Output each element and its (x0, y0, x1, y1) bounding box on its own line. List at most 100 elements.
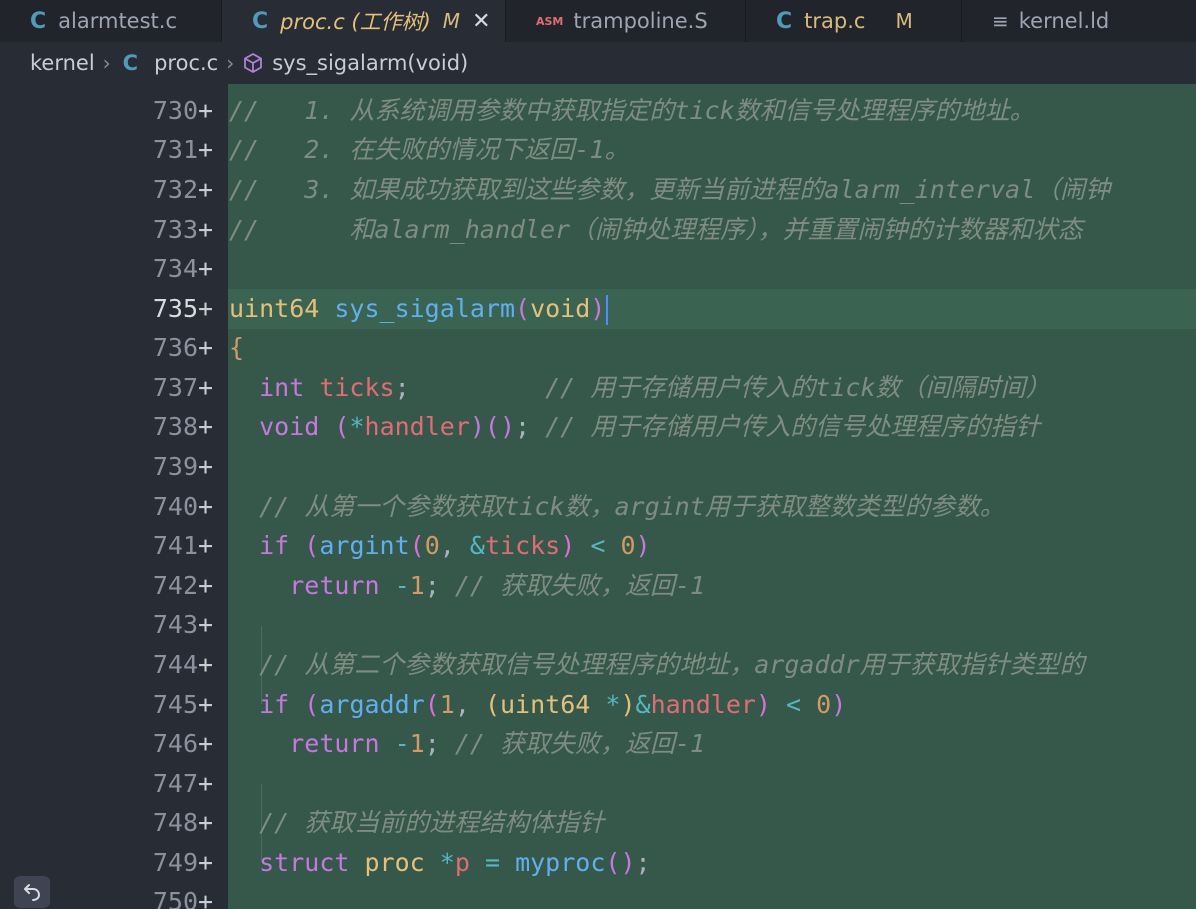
line-number: 739 (152, 452, 198, 481)
line-number: 749 (152, 848, 198, 877)
line-number: 746 (152, 729, 198, 758)
diff-added-marker: + (198, 887, 214, 909)
diff-added-marker: + (198, 848, 214, 877)
code-line: 739 + (0, 447, 1196, 487)
tab-label: trampoline.S (573, 9, 708, 33)
code-text: // 从第一个参数获取tick数，argint用于获取整数类型的参数。 (229, 492, 1005, 521)
chevron-right-icon: › (226, 51, 235, 75)
tab-label: trap.c (804, 9, 866, 33)
diff-added-marker: + (198, 610, 214, 639)
code-line: 746 + return -1; // 获取失败，返回-1 (0, 724, 1196, 764)
diff-added-marker: + (198, 412, 214, 441)
code-text: struct proc *p = myproc(); (259, 848, 651, 877)
c-file-icon: C (776, 8, 793, 34)
line-number: 735 (152, 294, 198, 323)
breadcrumb-symbol[interactable]: sys_sigalarm(void) (272, 51, 468, 75)
undo-icon (24, 884, 40, 901)
code-line: 730 + // 1. 从系统调用参数中获取指定的tick数和信号处理程序的地址… (0, 91, 1196, 131)
line-number: 745 (152, 690, 198, 719)
tab-alarmtest-c[interactable]: C alarmtest.c (0, 0, 222, 42)
line-number: 734 (152, 254, 198, 283)
code-line: 732 + // 3. 如果成功获取到这些参数，更新当前进程的alarm_int… (0, 170, 1196, 210)
line-number: 738 (152, 412, 198, 441)
chevron-right-icon: › (102, 51, 111, 75)
diff-added-marker: + (198, 175, 214, 204)
code-line: 744 + // 从第二个参数获取信号处理程序的地址，argaddr用于获取指针… (0, 645, 1196, 685)
tab-trap-c[interactable]: C trap.c M (746, 0, 962, 42)
diff-added-marker: + (198, 650, 214, 679)
code-text: void (*handler)(); // 用于存储用户传入的信号处理程序的指针 (259, 412, 1041, 441)
code-line: 733 + // 和alarm_handler（闹钟处理程序），并重置闹钟的计数… (0, 210, 1196, 250)
code-text: // 3. 如果成功获取到这些参数，更新当前进程的alarm_interval（… (229, 175, 1111, 204)
code-line: 734 + (0, 249, 1196, 289)
line-number: 741 (152, 531, 198, 560)
line-number: 750 (152, 887, 198, 909)
modified-badge: M (895, 9, 913, 33)
editor-tab-bar: C alarmtest.c C proc.c (工作树) M ✕ ASM tra… (0, 0, 1196, 42)
line-number: 748 (152, 808, 198, 837)
line-number: 744 (152, 650, 198, 679)
code-editor[interactable]: 730 + // 1. 从系统调用参数中获取指定的tick数和信号处理程序的地址… (0, 84, 1196, 909)
line-number: 742 (152, 571, 198, 600)
undo-button[interactable] (14, 876, 50, 908)
diff-added-marker: + (198, 531, 214, 560)
code-line: 737 + int ticks; // 用于存储用户传入的tick数（间隔时间） (0, 368, 1196, 408)
text-cursor (606, 295, 609, 325)
diff-added-marker: + (198, 492, 214, 521)
tab-proc-c[interactable]: C proc.c (工作树) M ✕ (222, 0, 506, 42)
code-line: 740 + // 从第一个参数获取tick数，argint用于获取整数类型的参数… (0, 487, 1196, 527)
linker-file-icon: ≡ (992, 9, 1009, 33)
diff-added-marker: + (198, 373, 214, 402)
c-file-icon: C (30, 8, 47, 34)
code-text: return -1; // 获取失败，返回-1 (289, 729, 706, 758)
close-icon[interactable]: ✕ (472, 9, 490, 34)
diff-added-marker: + (198, 452, 214, 481)
diff-added-marker: + (198, 294, 214, 323)
diff-added-marker: + (198, 215, 214, 244)
c-file-icon: C (122, 51, 139, 75)
diff-added-marker: + (198, 808, 214, 837)
code-line: 742 + return -1; // 获取失败，返回-1 (0, 566, 1196, 606)
code-text: if (argaddr(1, (uint64 *)&handler) < 0) (259, 690, 847, 719)
diff-added-marker: + (198, 135, 214, 164)
breadcrumb-folder[interactable]: kernel (30, 51, 95, 75)
diff-added-marker: + (198, 729, 214, 758)
code-text: return -1; // 获取失败，返回-1 (289, 571, 706, 600)
code-line: 743 + (0, 605, 1196, 645)
code-line: 736 + { (0, 328, 1196, 368)
modified-badge: M (442, 9, 461, 33)
tab-trampoline-s[interactable]: ASM trampoline.S (506, 0, 746, 42)
symbol-method-icon (242, 52, 264, 74)
line-number: 743 (152, 610, 198, 639)
code-line: 748 + // 获取当前的进程结构体指针 (0, 803, 1196, 843)
line-number: 736 (152, 333, 198, 362)
diff-added-marker: + (198, 254, 214, 283)
tab-label: alarmtest.c (58, 9, 177, 33)
asm-file-icon: ASM (536, 14, 564, 28)
line-number: 747 (152, 769, 198, 798)
breadcrumb: kernel › C proc.c › sys_sigalarm(void) (0, 42, 1196, 84)
tab-kernel-ld[interactable]: ≡ kernel.ld (962, 0, 1196, 42)
diff-added-marker: + (198, 96, 214, 125)
code-text: // 2. 在失败的情况下返回-1。 (229, 135, 630, 164)
diff-added-marker: + (198, 333, 214, 362)
code-line: 750 + (0, 882, 1196, 909)
code-text: // 1. 从系统调用参数中获取指定的tick数和信号处理程序的地址。 (229, 96, 1035, 125)
code-line-current: 735 + uint64 sys_sigalarm(void) (0, 289, 1196, 329)
code-text: int ticks; // 用于存储用户传入的tick数（间隔时间） (259, 373, 1051, 402)
code-line: 731 + // 2. 在失败的情况下返回-1。 (0, 130, 1196, 170)
diff-added-marker: + (198, 571, 214, 600)
code-line: 741 + if (argint(0, &ticks) < 0) (0, 526, 1196, 566)
line-number: 737 (152, 373, 198, 402)
line-number: 740 (152, 492, 198, 521)
code-text: { (229, 333, 245, 362)
tab-label: proc.c (工作树) (280, 10, 431, 34)
breadcrumb-file[interactable]: proc.c (154, 51, 218, 75)
code-text: // 获取当前的进程结构体指针 (229, 808, 605, 837)
line-number: 733 (152, 215, 198, 244)
code-line: 747 + (0, 764, 1196, 804)
code-text: // 和alarm_handler（闹钟处理程序），并重置闹钟的计数器和状态 (229, 215, 1083, 244)
line-number: 731 (152, 135, 198, 164)
code-line: 738 + void (*handler)(); // 用于存储用户传入的信号处… (0, 407, 1196, 447)
code-text: if (argint(0, &ticks) < 0) (259, 531, 651, 560)
